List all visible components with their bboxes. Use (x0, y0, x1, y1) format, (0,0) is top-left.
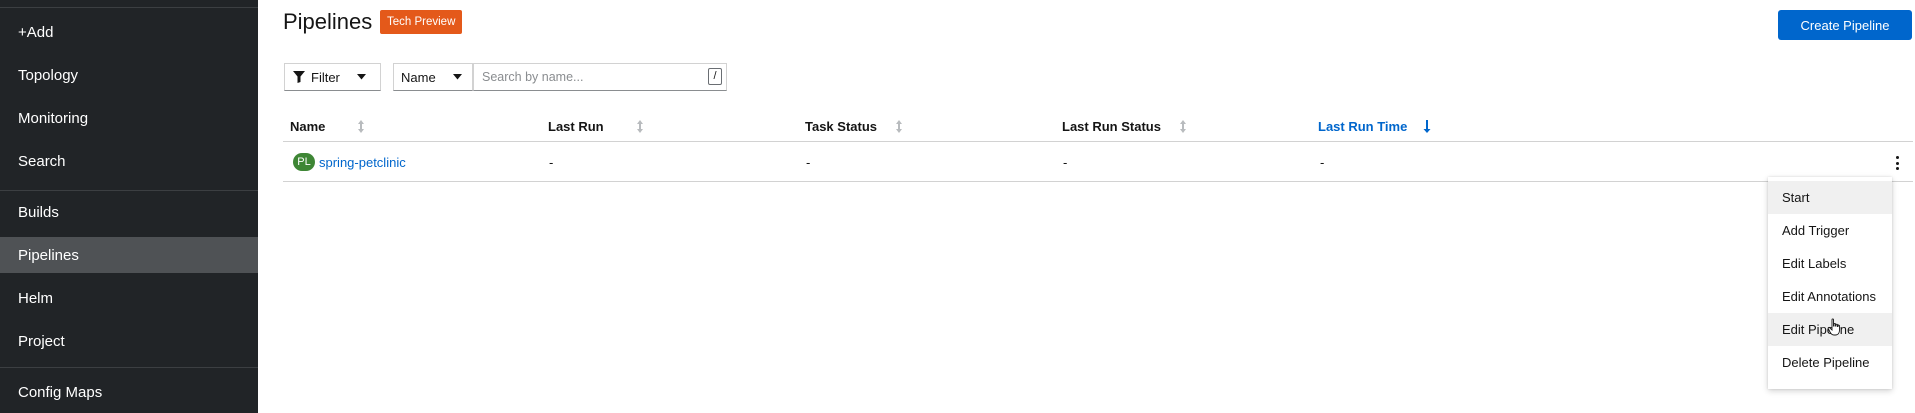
column-header-last-run-status[interactable]: Last Run Status (1062, 110, 1187, 142)
sidebar-item-search[interactable]: Search (0, 143, 258, 179)
search-input[interactable] (473, 63, 727, 91)
kebab-dot (1895, 156, 1899, 159)
menu-item-start[interactable]: Start (1768, 181, 1892, 214)
tech-preview-badge: Tech Preview (380, 10, 463, 34)
filter-label: Filter (311, 69, 340, 85)
kebab-dot (1895, 161, 1899, 165)
column-header-task-status[interactable]: Task Status (805, 110, 903, 142)
column-header-label: Last Run (548, 118, 604, 134)
sidebar-item-helm[interactable]: Helm (0, 280, 258, 316)
sort-icon (636, 119, 643, 133)
column-header-name[interactable]: Name (290, 110, 365, 142)
sidebar-item-project[interactable]: Project (0, 323, 258, 359)
sort-icon (1179, 119, 1186, 133)
row-actions-menu: Start Add Trigger Edit Labels Edit Annot… (1768, 177, 1892, 389)
sidebar-item-label: Config Maps (18, 383, 103, 401)
table-header: Name Last Run Task Status Last Run Statu… (283, 110, 1913, 142)
cell-last-run-status: - (1063, 154, 1068, 170)
pipeline-resource-badge: PL (293, 153, 315, 171)
pipelines-table: Name Last Run Task Status Last Run Statu… (283, 110, 1913, 182)
sidebar-item-pipelines[interactable]: Pipelines (0, 237, 258, 273)
table-row: PL spring-petclinic - - - - (283, 142, 1913, 182)
sidebar-item-config-maps[interactable]: Config Maps (0, 374, 258, 410)
sort-icon (358, 119, 365, 133)
cell-task-status: - (806, 154, 811, 170)
main-content: Pipelines Tech Preview Create Pipeline F… (258, 0, 1915, 413)
sidebar-item-label: Helm (18, 289, 54, 307)
caret-down-icon (453, 74, 462, 80)
page-title: Pipelines (283, 9, 373, 34)
cell-last-run-time: - (1320, 154, 1325, 170)
sidebar-item-monitoring[interactable]: Monitoring (0, 100, 258, 136)
create-pipeline-button[interactable]: Create Pipeline (1778, 10, 1912, 40)
filter-icon (293, 71, 305, 83)
pipeline-name-link[interactable]: spring-petclinic (319, 155, 406, 170)
column-header-label: Last Run Time (1318, 118, 1408, 134)
row-actions-kebab-button[interactable] (1889, 154, 1905, 172)
app-window: +Add Topology Monitoring Search Builds P… (0, 0, 1915, 413)
search-shortcut-hint: / (708, 68, 722, 85)
kebab-dot (1895, 167, 1899, 170)
menu-item-edit-annotations[interactable]: Edit Annotations (1768, 280, 1892, 313)
sidebar: +Add Topology Monitoring Search Builds P… (0, 0, 258, 413)
menu-item-delete-pipeline[interactable]: Delete Pipeline (1768, 346, 1892, 379)
menu-item-add-trigger[interactable]: Add Trigger (1768, 214, 1892, 247)
sidebar-item-label: Topology (18, 66, 79, 84)
menu-item-edit-pipeline[interactable]: Edit Pipeline (1768, 313, 1892, 346)
sidebar-item-label: Project (18, 332, 65, 350)
attribute-select[interactable]: Name (393, 63, 473, 91)
sort-descending-icon (1423, 119, 1431, 133)
column-header-last-run[interactable]: Last Run (548, 110, 644, 142)
cell-name: PL spring-petclinic (293, 142, 406, 182)
menu-item-edit-labels[interactable]: Edit Labels (1768, 247, 1892, 280)
sidebar-item-label: Search (18, 152, 66, 170)
column-header-last-run-time[interactable]: Last Run Time (1318, 110, 1431, 142)
sidebar-divider (0, 367, 258, 368)
column-header-label: Name (290, 118, 326, 134)
sidebar-top-divider (0, 0, 258, 8)
sidebar-item-topology[interactable]: Topology (0, 57, 258, 93)
sidebar-item-label: Builds (18, 203, 59, 221)
sort-icon (896, 119, 903, 133)
sidebar-item-label: Pipelines (18, 246, 79, 264)
sidebar-item-label: Monitoring (18, 109, 89, 127)
sidebar-divider (0, 190, 258, 191)
sidebar-item-builds[interactable]: Builds (0, 194, 258, 230)
sidebar-item-add[interactable]: +Add (0, 14, 258, 50)
column-header-label: Task Status (805, 118, 878, 134)
attribute-select-value: Name (401, 69, 436, 85)
sidebar-item-label: +Add (18, 23, 54, 41)
cell-last-run: - (549, 154, 554, 170)
filter-dropdown[interactable]: Filter (284, 63, 381, 91)
caret-down-icon (357, 74, 366, 80)
column-header-label: Last Run Status (1062, 118, 1161, 134)
